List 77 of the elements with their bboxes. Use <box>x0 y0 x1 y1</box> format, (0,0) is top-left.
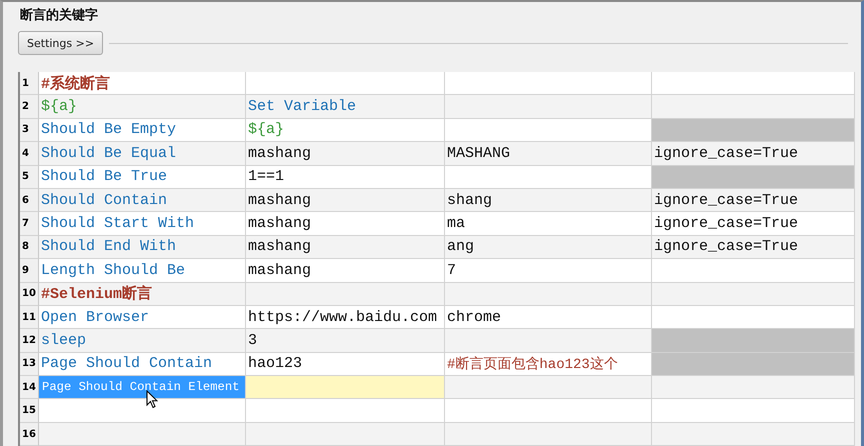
table-cell[interactable]: ignore_case=True <box>652 142 855 166</box>
table-cell[interactable]: 7 <box>445 259 652 283</box>
keyword-cell[interactable]: Set Variable <box>246 95 445 119</box>
argument-cell[interactable] <box>246 376 445 400</box>
table-cell[interactable]: ignore_case=True <box>652 212 855 236</box>
table-cell[interactable] <box>652 95 855 119</box>
keyword-cell[interactable]: Should Be Empty <box>39 118 246 142</box>
table-cell[interactable]: ignore_case=True <box>652 188 855 212</box>
table-cell[interactable] <box>445 166 652 189</box>
variable-cell[interactable]: ${a} <box>246 118 445 142</box>
keyword-cell[interactable]: Length Should Be <box>39 259 246 283</box>
row-number: 4 <box>20 142 39 166</box>
table-cell[interactable] <box>39 399 246 423</box>
row-number: 11 <box>20 306 39 330</box>
row-number: 10 <box>20 282 39 306</box>
keyword-cell[interactable]: Open Browser <box>39 306 246 330</box>
row-number: 7 <box>20 212 39 236</box>
table-cell[interactable]: https://www.baidu.com <box>246 306 445 330</box>
table-cell[interactable] <box>652 422 855 446</box>
row-number: 15 <box>20 399 39 423</box>
row-number: 3 <box>20 118 39 142</box>
table-cell[interactable]: mashang <box>246 236 445 260</box>
table-cell[interactable] <box>246 422 445 446</box>
comment-cell[interactable]: #Selenium断言 <box>39 282 246 306</box>
table-cell[interactable] <box>652 306 855 330</box>
table-cell[interactable] <box>445 399 652 423</box>
table-cell[interactable] <box>39 422 246 446</box>
table-cell[interactable] <box>652 72 855 96</box>
comment-cell[interactable]: #系统断言 <box>39 72 246 96</box>
comment-cell[interactable]: #断言页面包含hao123这个 <box>445 352 652 376</box>
table-cell[interactable] <box>445 118 652 142</box>
keyword-cell[interactable]: Should Contain <box>39 188 246 212</box>
table-cell[interactable] <box>246 282 445 306</box>
cursor-icon <box>146 390 158 409</box>
keyword-cell[interactable]: Should Be True <box>39 166 246 189</box>
keyword-cell[interactable]: Should Start With <box>39 212 246 236</box>
table-cell[interactable] <box>445 282 652 306</box>
keyword-cell[interactable]: sleep <box>39 329 246 353</box>
table-cell[interactable] <box>445 95 652 119</box>
row-number: 2 <box>20 95 39 119</box>
row-number: 6 <box>20 188 39 212</box>
row-number: 8 <box>20 236 39 260</box>
settings-button[interactable]: Settings >> <box>18 31 104 55</box>
table-cell[interactable] <box>445 329 652 353</box>
table-cell[interactable]: ang <box>445 236 652 260</box>
table-cell[interactable]: mashang <box>246 259 445 283</box>
table-cell[interactable] <box>652 282 855 306</box>
row-number: 5 <box>20 166 39 189</box>
table-cell[interactable]: 1==1 <box>246 166 445 189</box>
table-cell[interactable]: mashang <box>246 188 445 212</box>
table-cell[interactable] <box>652 399 855 423</box>
table-cell[interactable]: MASHANG <box>445 142 652 166</box>
row-number: 9 <box>20 259 39 283</box>
table-cell[interactable]: ignore_case=True <box>652 236 855 260</box>
table-cell[interactable]: mashang <box>246 142 445 166</box>
table-cell[interactable]: chrome <box>445 306 652 330</box>
panel-title: 断言的关键字 <box>19 6 99 24</box>
table-cell[interactable]: 3 <box>246 329 445 353</box>
row-number: 1 <box>20 72 39 96</box>
table-cell[interactable] <box>246 72 445 96</box>
table-cell[interactable] <box>652 259 855 283</box>
row-number: 14 <box>20 376 39 400</box>
table-cell[interactable] <box>246 399 445 423</box>
table-cell[interactable]: ma <box>445 212 652 236</box>
row-number: 16 <box>20 422 39 446</box>
table-cell[interactable] <box>445 72 652 96</box>
table-cell[interactable]: hao123 <box>246 352 445 376</box>
table-cell[interactable] <box>445 376 652 400</box>
table-cell[interactable] <box>652 376 855 400</box>
row-number: 13 <box>20 352 39 376</box>
table-cell[interactable]: shang <box>445 188 652 212</box>
row-number: 12 <box>20 329 39 353</box>
keyword-cell[interactable]: Should Be Equal <box>39 142 246 166</box>
table-cell[interactable]: mashang <box>246 212 445 236</box>
keyword-cell[interactable]: Page Should Contain <box>39 352 246 376</box>
table-cell[interactable] <box>445 422 652 446</box>
keyword-cell[interactable]: Should End With <box>39 236 246 260</box>
